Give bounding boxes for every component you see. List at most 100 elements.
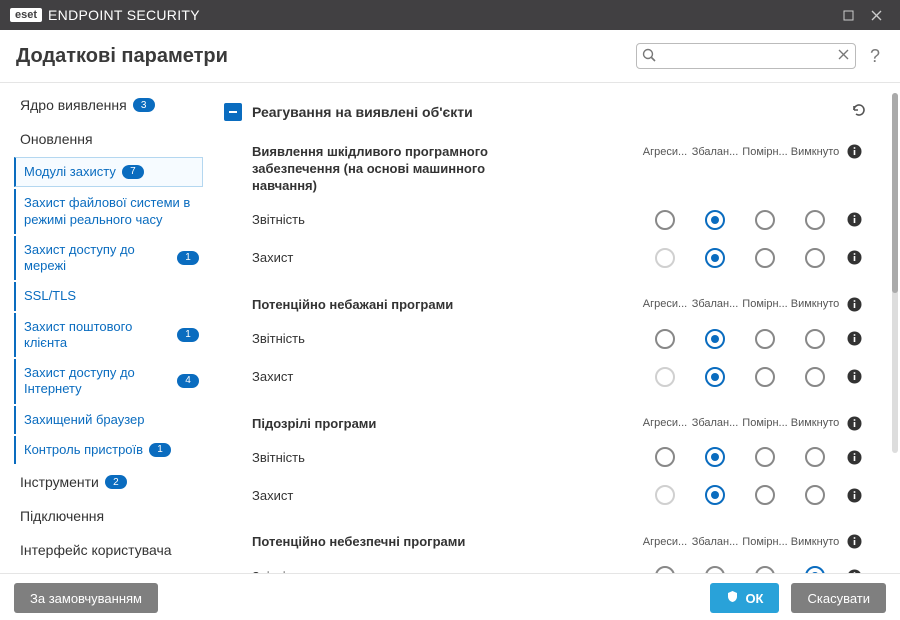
sidebar-item-9[interactable]: Контроль пристроїв1 xyxy=(14,436,203,464)
group-title: Потенційно небажані програми xyxy=(252,297,453,314)
radio-option-0[interactable] xyxy=(640,566,690,573)
setting-row: Захист xyxy=(252,476,868,514)
scrollbar-thumb[interactable] xyxy=(892,93,898,293)
radio-option-2[interactable] xyxy=(740,485,790,505)
setting-row: Звітність xyxy=(252,438,868,476)
info-icon[interactable] xyxy=(840,250,868,265)
info-icon[interactable] xyxy=(840,450,868,465)
info-icon[interactable] xyxy=(840,488,868,503)
sidebar-item-11[interactable]: Підключення xyxy=(12,500,203,532)
radio-option-1[interactable] xyxy=(690,248,740,268)
sidebar-item-label: Контроль пристроїв xyxy=(24,442,143,458)
cancel-button[interactable]: Скасувати xyxy=(791,583,886,613)
radio-option-3[interactable] xyxy=(790,248,840,268)
radio-option-0[interactable] xyxy=(640,447,690,467)
sidebar-item-2[interactable]: Модулі захисту7 xyxy=(14,157,203,187)
sidebar-item-13[interactable]: Сповіщення1 xyxy=(12,568,203,573)
row-label: Звітність xyxy=(252,569,305,573)
sidebar-item-3[interactable]: Захист файлової системи в режимі реально… xyxy=(14,189,203,234)
radio-group xyxy=(640,248,868,268)
info-icon[interactable] xyxy=(840,369,868,384)
column-header: Помірн... xyxy=(740,417,790,429)
sidebar-item-8[interactable]: Захищений браузер xyxy=(14,406,203,434)
radio-option-1[interactable] xyxy=(690,447,740,467)
info-icon[interactable] xyxy=(840,331,868,346)
info-icon[interactable] xyxy=(840,534,868,549)
radio-option-3[interactable] xyxy=(790,210,840,230)
column-header: Агреси... xyxy=(640,417,690,429)
radio-option-0[interactable] xyxy=(640,210,690,230)
defaults-button[interactable]: За замовчуванням xyxy=(14,583,158,613)
group-title: Потенційно небезпечні програми xyxy=(252,534,465,551)
radio-option-3[interactable] xyxy=(790,566,840,573)
info-icon[interactable] xyxy=(840,416,868,431)
sidebar-badge: 3 xyxy=(133,98,155,112)
radio-option-1[interactable] xyxy=(690,210,740,230)
header: Додаткові параметри ? xyxy=(0,30,900,83)
row-label: Захист xyxy=(252,488,293,503)
setting-row: Звітність xyxy=(252,320,868,358)
radio-option-2[interactable] xyxy=(740,329,790,349)
radio-group xyxy=(640,485,868,505)
section-header: Реагування на виявлені об'єкти xyxy=(212,93,880,130)
column-header: Агреси... xyxy=(640,536,690,548)
radio-option-2[interactable] xyxy=(740,367,790,387)
column-header: Вимкнуто xyxy=(790,146,840,158)
radio-option-2[interactable] xyxy=(740,248,790,268)
radio-group xyxy=(640,447,868,467)
column-headers: Агреси...Збалан...Помірн...Вимкнуто xyxy=(640,297,868,312)
row-label: Звітність xyxy=(252,450,305,465)
radio-option-3[interactable] xyxy=(790,329,840,349)
setting-group-3: Потенційно небезпечні програми Агреси... З… xyxy=(212,520,880,573)
radio-option-3[interactable] xyxy=(790,485,840,505)
info-icon[interactable] xyxy=(840,212,868,227)
sidebar-item-label: Захист файлової системи в режимі реально… xyxy=(24,195,199,228)
info-icon[interactable] xyxy=(840,569,868,573)
column-header: Помірн... xyxy=(740,146,790,158)
radio-option-3[interactable] xyxy=(790,447,840,467)
radio-option-0[interactable] xyxy=(640,329,690,349)
vertical-scrollbar[interactable] xyxy=(892,93,898,453)
radio-option-2[interactable] xyxy=(740,447,790,467)
search-clear-icon[interactable] xyxy=(837,48,850,64)
collapse-toggle[interactable] xyxy=(224,103,242,121)
ok-button[interactable]: ОК xyxy=(710,583,779,613)
sidebar-item-7[interactable]: Захист доступу до Інтернету4 xyxy=(14,359,203,404)
sidebar-item-12[interactable]: Інтерфейс користувача xyxy=(12,534,203,566)
page-title: Додаткові параметри xyxy=(16,45,228,68)
sidebar-item-0[interactable]: Ядро виявлення3 xyxy=(12,89,203,121)
setting-row: Захист xyxy=(252,358,868,396)
column-header: Вимкнуто xyxy=(790,536,840,548)
column-header: Агреси... xyxy=(640,298,690,310)
radio-option-1[interactable] xyxy=(690,329,740,349)
setting-row: Захист xyxy=(252,239,868,277)
search-box xyxy=(636,43,856,69)
product-logo: eset ENDPOINT SECURITY xyxy=(10,7,200,23)
radio-option-2[interactable] xyxy=(740,210,790,230)
sidebar-item-label: Оновлення xyxy=(20,131,93,147)
setting-group-2: Підозрілі програмиАгреси...Збалан...Помі… xyxy=(212,402,880,521)
help-button[interactable]: ? xyxy=(866,46,884,67)
radio-option-1[interactable] xyxy=(690,367,740,387)
radio-option-2[interactable] xyxy=(740,566,790,573)
sidebar-item-5[interactable]: SSL/TLS xyxy=(14,282,203,310)
sidebar-item-label: Захищений браузер xyxy=(24,412,144,428)
ok-label: ОК xyxy=(745,591,763,606)
sidebar-item-1[interactable]: Оновлення xyxy=(12,123,203,155)
sidebar-badge: 2 xyxy=(105,475,127,489)
info-icon[interactable] xyxy=(840,297,868,312)
undo-icon[interactable] xyxy=(850,101,868,122)
search-input[interactable] xyxy=(636,43,856,69)
radio-option-1[interactable] xyxy=(690,485,740,505)
window-close-button[interactable] xyxy=(862,0,890,30)
sidebar-item-4[interactable]: Захист доступу до мережі1 xyxy=(14,236,203,281)
radio-option-1[interactable] xyxy=(690,566,740,573)
column-header: Збалан... xyxy=(690,298,740,310)
info-icon[interactable] xyxy=(840,144,868,159)
sidebar-item-6[interactable]: Захист поштового клієнта1 xyxy=(14,313,203,358)
window-maximize-button[interactable] xyxy=(834,0,862,30)
group-header: Виявлення шкідливого програмного забезпе… xyxy=(252,136,868,201)
group-header: Потенційно небезпечні програмиАгреси...З… xyxy=(252,526,868,557)
sidebar-item-10[interactable]: Інструменти2 xyxy=(12,466,203,498)
radio-option-3[interactable] xyxy=(790,367,840,387)
